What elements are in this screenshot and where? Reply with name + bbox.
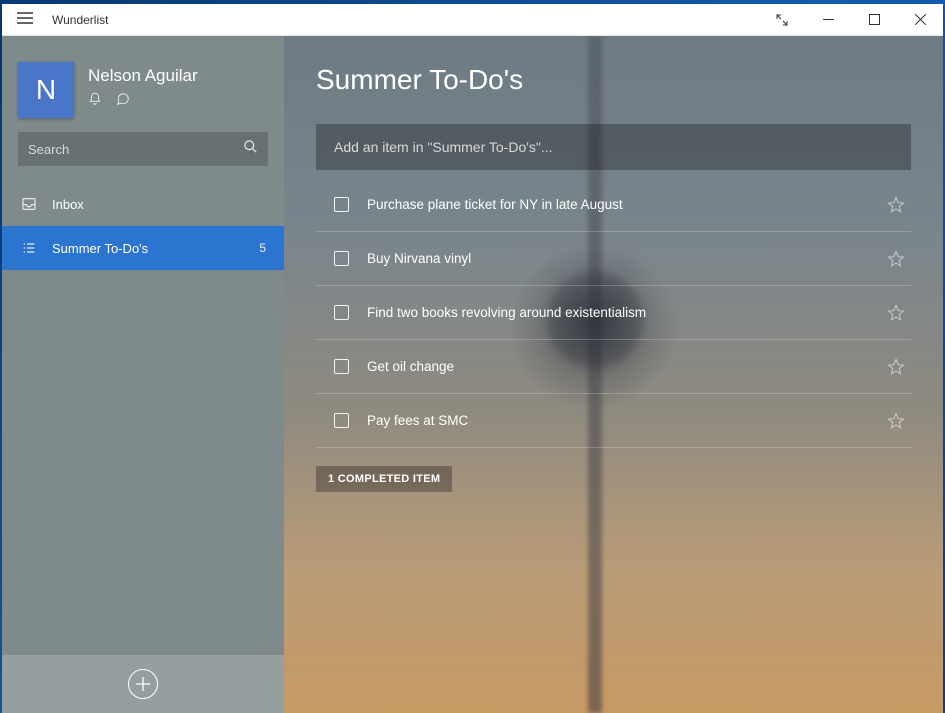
star-icon[interactable] xyxy=(887,196,905,214)
add-item-placeholder: Add an item in "Summer To-Do's"... xyxy=(334,139,553,155)
sidebar-item-count: 5 xyxy=(259,241,266,255)
sidebar-item-summer-todos[interactable]: Summer To-Do's 5 xyxy=(2,226,284,270)
fullscreen-button[interactable] xyxy=(759,4,805,36)
task-title: Get oil change xyxy=(367,359,869,374)
task-row[interactable]: Get oil change xyxy=(316,340,911,394)
app-title: Wunderlist xyxy=(48,13,108,27)
completed-items-toggle[interactable]: 1 COMPLETED ITEM xyxy=(316,466,452,492)
main-panel: Summer To-Do's Add an item in "Summer To… xyxy=(284,36,943,713)
add-item-input[interactable]: Add an item in "Summer To-Do's"... xyxy=(316,124,911,170)
star-icon[interactable] xyxy=(887,358,905,376)
task-checkbox[interactable] xyxy=(334,197,349,212)
sidebar: N Nelson Aguilar xyxy=(2,36,284,713)
plus-icon xyxy=(128,669,158,699)
task-row[interactable]: Buy Nirvana vinyl xyxy=(316,232,911,286)
titlebar: Wunderlist xyxy=(2,4,943,36)
add-list-button[interactable] xyxy=(2,655,284,713)
task-title: Pay fees at SMC xyxy=(367,413,869,428)
close-button[interactable] xyxy=(897,4,943,36)
minimize-button[interactable] xyxy=(805,4,851,36)
task-row[interactable]: Purchase plane ticket for NY in late Aug… xyxy=(316,178,911,232)
task-row[interactable]: Find two books revolving around existent… xyxy=(316,286,911,340)
search-input[interactable] xyxy=(28,142,243,157)
task-list: Purchase plane ticket for NY in late Aug… xyxy=(316,178,911,448)
search-icon[interactable] xyxy=(243,139,258,159)
star-icon[interactable] xyxy=(887,412,905,430)
list-title: Summer To-Do's xyxy=(316,64,911,96)
star-icon[interactable] xyxy=(887,250,905,268)
sidebar-item-label: Summer To-Do's xyxy=(52,241,148,256)
task-row[interactable]: Pay fees at SMC xyxy=(316,394,911,448)
notifications-icon[interactable] xyxy=(88,92,102,111)
content-area: N Nelson Aguilar xyxy=(2,36,943,713)
inbox-icon xyxy=(20,196,38,212)
search-box[interactable] xyxy=(18,132,268,166)
maximize-button[interactable] xyxy=(851,4,897,36)
task-checkbox[interactable] xyxy=(334,305,349,320)
menu-button[interactable] xyxy=(2,11,48,29)
profile-section: N Nelson Aguilar xyxy=(2,36,284,132)
sidebar-item-inbox[interactable]: Inbox xyxy=(2,182,284,226)
task-title: Purchase plane ticket for NY in late Aug… xyxy=(367,197,869,212)
task-title: Buy Nirvana vinyl xyxy=(367,251,869,266)
chat-icon[interactable] xyxy=(116,92,130,111)
task-checkbox[interactable] xyxy=(334,251,349,266)
task-title: Find two books revolving around existent… xyxy=(367,305,869,320)
task-checkbox[interactable] xyxy=(334,359,349,374)
app-window: Wunderlist N Nelson Aguilar xyxy=(2,4,943,713)
list-nav: Inbox Summer To-Do's 5 xyxy=(2,182,284,655)
list-icon xyxy=(20,240,38,256)
star-icon[interactable] xyxy=(887,304,905,322)
profile-name: Nelson Aguilar xyxy=(88,66,198,86)
task-checkbox[interactable] xyxy=(334,413,349,428)
sidebar-item-label: Inbox xyxy=(52,197,84,212)
avatar[interactable]: N xyxy=(18,62,74,118)
